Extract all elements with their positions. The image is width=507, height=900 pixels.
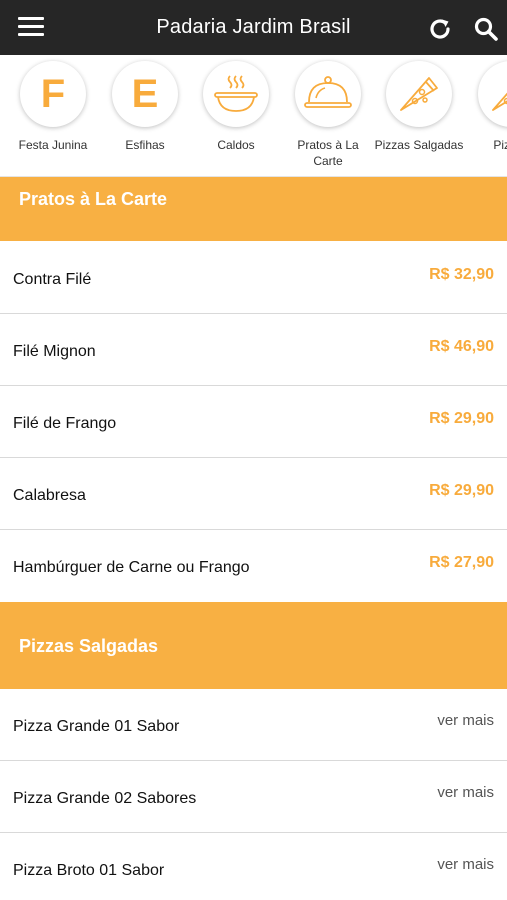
- refresh-icon[interactable]: [427, 16, 453, 42]
- pizza-slice-icon: [478, 61, 507, 127]
- search-icon[interactable]: [473, 16, 499, 42]
- ver-mais-link[interactable]: ver mais: [437, 784, 494, 801]
- category-pizzas-salgadas[interactable]: Pizzas Salgadas: [373, 55, 465, 153]
- ver-mais-link[interactable]: ver mais: [437, 856, 494, 873]
- menu-item-row[interactable]: Contra Filé R$ 32,90: [0, 242, 507, 314]
- item-price: R$ 29,90: [429, 482, 494, 499]
- menu-item-row[interactable]: Calabresa R$ 29,90: [0, 458, 507, 530]
- category-label: Pizzas: [493, 138, 507, 152]
- menu-item-row[interactable]: Pizza Grande 02 Sabores ver mais: [0, 761, 507, 833]
- pizza-slice-icon: [386, 61, 452, 127]
- category-pratos-a-la-carte[interactable]: Pratos à La Carte: [282, 55, 374, 169]
- item-price: R$ 27,90: [429, 554, 494, 571]
- letter-e-icon: E: [112, 61, 178, 127]
- item-name: Filé Mignon: [13, 343, 96, 360]
- menu-item-row[interactable]: Hambúrguer de Carne ou Frango R$ 27,90: [0, 530, 507, 602]
- item-price: R$ 46,90: [429, 338, 494, 355]
- menu-item-row[interactable]: Filé Mignon R$ 46,90: [0, 314, 507, 386]
- category-label: Caldos: [217, 138, 255, 152]
- category-label: Pizzas Salgadas: [374, 138, 464, 152]
- category-esfihas[interactable]: E Esfihas: [99, 55, 191, 153]
- item-price: R$ 32,90: [429, 266, 494, 283]
- section-header-pizzas-salgadas: Pizzas Salgadas: [0, 602, 507, 689]
- item-name: Filé de Frango: [13, 415, 117, 432]
- top-app-bar: Padaria Jardim Brasil: [0, 0, 507, 55]
- item-price: R$ 29,90: [429, 410, 494, 427]
- item-name: Pizza Grande 01 Sabor: [13, 718, 180, 735]
- category-pizzas[interactable]: Pizzas: [465, 55, 507, 153]
- category-label: Esfihas: [125, 138, 165, 152]
- ver-mais-link[interactable]: ver mais: [437, 712, 494, 729]
- item-name: Contra Filé: [13, 271, 92, 288]
- category-festa-junina[interactable]: F Festa Junina: [7, 55, 99, 153]
- letter-f-icon: F: [20, 61, 86, 127]
- item-name: Hambúrguer de Carne ou Frango: [13, 559, 250, 576]
- category-label: Festa Junina: [18, 138, 88, 152]
- category-caldos[interactable]: Caldos: [190, 55, 282, 153]
- category-label: Pratos à La Carte: [297, 138, 359, 168]
- soup-bowl-icon: [203, 61, 269, 127]
- item-name: Pizza Broto 01 Sabor: [13, 862, 165, 879]
- menu-item-row[interactable]: Pizza Grande 01 Sabor ver mais: [0, 689, 507, 761]
- menu-item-row[interactable]: Filé de Frango R$ 29,90: [0, 386, 507, 458]
- cloche-icon: [295, 61, 361, 127]
- section-header-pratos-a-la-carte: Pratos à La Carte: [0, 177, 507, 241]
- item-name: Calabresa: [13, 487, 86, 504]
- menu-item-row[interactable]: Pizza Broto 01 Sabor ver mais: [0, 833, 507, 900]
- item-name: Pizza Grande 02 Sabores: [13, 790, 197, 807]
- category-carousel[interactable]: F Festa Junina E Esfihas Caldos Pratos à…: [0, 55, 507, 177]
